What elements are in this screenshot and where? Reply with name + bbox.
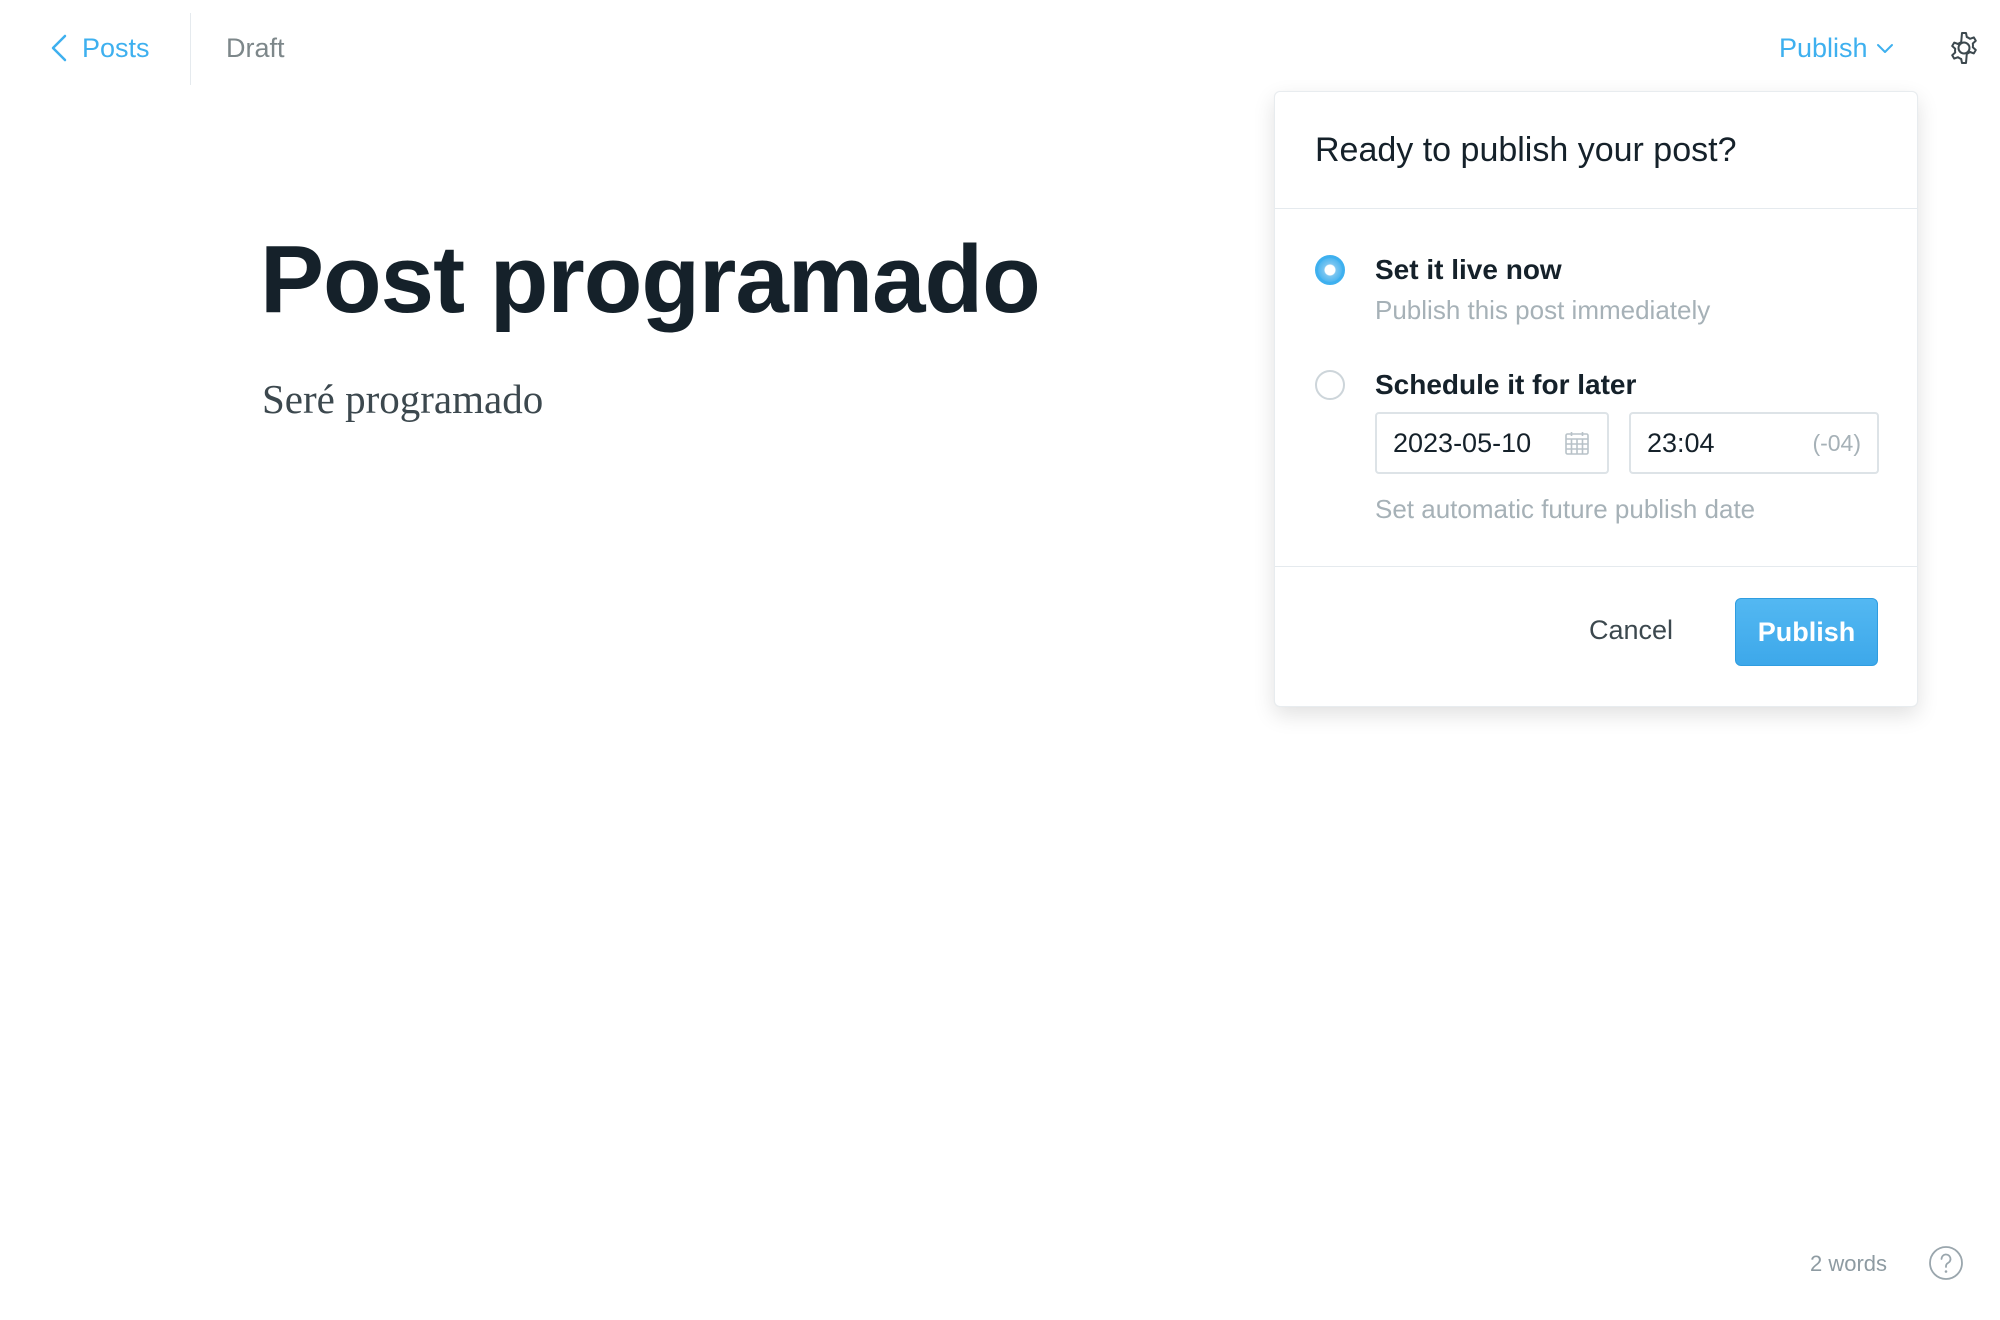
time-value: 23:04 (1647, 427, 1715, 458)
publish-popover-title: Ready to publish your post? (1315, 130, 1737, 169)
publish-now-label: Set it live now (1375, 254, 1562, 285)
schedule-later-radio[interactable] (1315, 370, 1345, 400)
help-button[interactable] (1928, 1245, 1964, 1281)
chevron-down-icon (1876, 44, 1893, 53)
option-schedule-later[interactable]: Schedule it for later (1315, 364, 1636, 406)
chevron-left-icon (51, 34, 67, 62)
date-input[interactable]: 2023-05-10 (1375, 412, 1609, 474)
publish-menu-label: Publish (1779, 32, 1868, 63)
publish-now-radio[interactable] (1315, 255, 1345, 285)
calendar-icon[interactable] (1563, 429, 1591, 457)
header-divider (190, 13, 191, 85)
schedule-inputs: 2023-05-10 23:04 (-04) (1375, 412, 1879, 474)
back-link-label: Posts (82, 32, 150, 63)
help-icon (1929, 1246, 1963, 1280)
timezone-offset: (-04) (1812, 429, 1861, 456)
publish-now-description: Publish this post immediately (1375, 295, 1711, 325)
date-value: 2023-05-10 (1393, 427, 1532, 458)
schedule-later-description: Set automatic future publish date (1375, 494, 1756, 524)
publish-popover: Ready to publish your post? Set it live … (1274, 91, 1918, 707)
publish-button[interactable]: Publish (1735, 598, 1878, 666)
option-publish-now[interactable]: Set it live now Publish this post immedi… (1315, 249, 1710, 329)
word-count: 2 words (1810, 1251, 1888, 1276)
publish-menu-trigger[interactable]: Publish (1779, 28, 1894, 68)
publish-popover-footer: Cancel Publish (1275, 566, 1917, 706)
cancel-button[interactable]: Cancel (1589, 605, 1673, 655)
publish-popover-header: Ready to publish your post? (1275, 92, 1917, 209)
post-body[interactable]: Seré programado (262, 372, 543, 426)
post-title[interactable]: Post programado (260, 220, 1041, 340)
post-status: Draft (226, 33, 285, 63)
time-input[interactable]: 23:04 (-04) (1629, 412, 1879, 474)
gear-icon (1951, 32, 1977, 64)
back-to-posts-link[interactable]: Posts (50, 28, 150, 68)
schedule-later-label: Schedule it for later (1375, 369, 1637, 400)
settings-button[interactable] (1944, 28, 1984, 68)
